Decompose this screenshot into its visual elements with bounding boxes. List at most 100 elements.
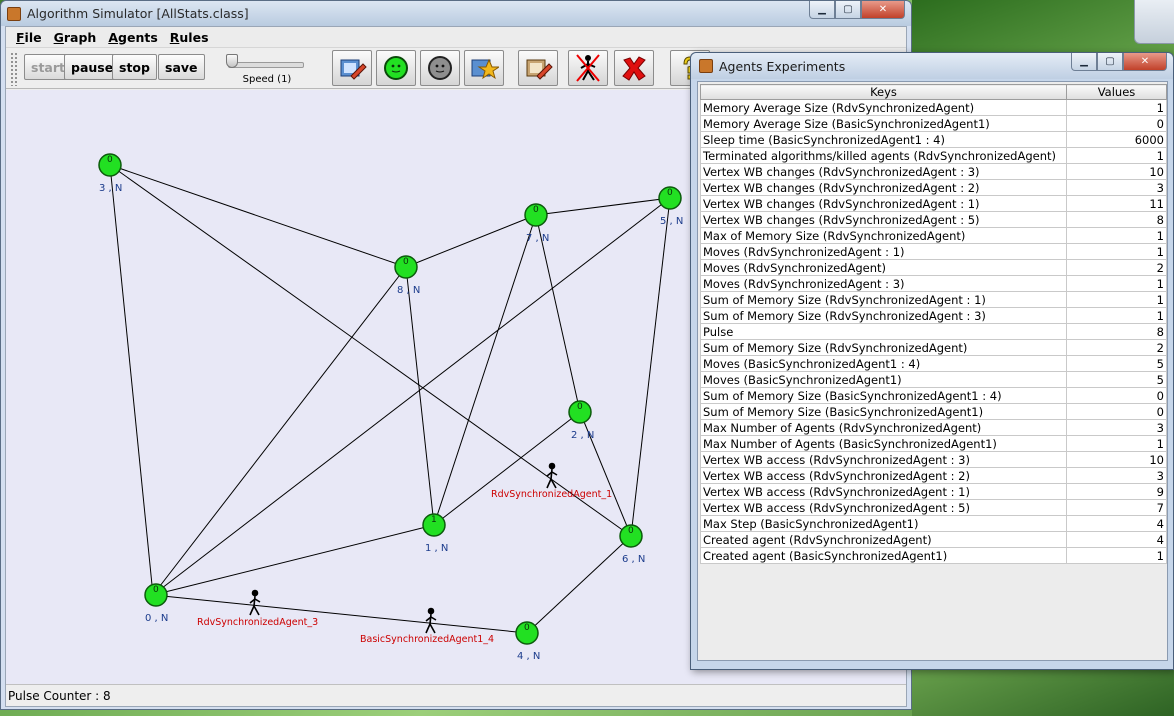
- table-row[interactable]: Vertex WB access (RdvSynchronizedAgent :…: [700, 499, 1167, 516]
- maximize-button[interactable]: ▢: [1097, 53, 1123, 71]
- menu-rules[interactable]: Rules: [170, 30, 209, 45]
- node-3[interactable]: 0 3 , N: [98, 153, 122, 194]
- column-header-keys[interactable]: Keys: [700, 84, 1067, 100]
- stat-key-cell: Sum of Memory Size (RdvSynchronizedAgent…: [700, 291, 1067, 308]
- node-0[interactable]: 0 0 , N: [144, 583, 168, 624]
- minimize-button[interactable]: ▁: [1071, 53, 1097, 71]
- stat-key-cell: Max Number of Agents (BasicSynchronizedA…: [700, 435, 1067, 452]
- node-1[interactable]: 1 1 , N: [422, 513, 448, 554]
- speed-slider[interactable]: Speed (1): [224, 52, 310, 88]
- table-row[interactable]: Moves (BasicSynchronizedAgent1 : 4) 5: [700, 355, 1167, 372]
- node-6-value: 0: [628, 526, 634, 536]
- table-row[interactable]: Vertex WB access (RdvSynchronizedAgent :…: [700, 451, 1167, 468]
- stats-window-controls: ▁ ▢ ✕: [1071, 53, 1167, 71]
- maximize-button[interactable]: ▢: [835, 1, 861, 19]
- stat-value-cell: 11: [1066, 195, 1167, 212]
- node-2[interactable]: 0 2 , N: [568, 400, 594, 441]
- edge-7-2: [535, 214, 581, 413]
- edge-4-6: [526, 535, 632, 634]
- column-header-values[interactable]: Values: [1066, 84, 1167, 100]
- menu-agents[interactable]: Agents: [108, 30, 157, 45]
- edge-1-0: [152, 524, 435, 596]
- node-6[interactable]: 0 6 , N: [619, 524, 645, 565]
- agent-rdv-3[interactable]: RdvSynchronizedAgent_3: [197, 589, 318, 629]
- node-4[interactable]: 0 4 , N: [515, 621, 540, 662]
- stat-key-cell: Sum of Memory Size (BasicSynchronizedAge…: [700, 403, 1067, 420]
- table-row[interactable]: Memory Average Size (RdvSynchronizedAgen…: [700, 99, 1167, 116]
- speed-slider-thumb[interactable]: [226, 54, 238, 68]
- stats-window-title: Agents Experiments: [719, 58, 846, 74]
- menu-graph[interactable]: Graph: [54, 30, 97, 45]
- stat-value-cell: 8: [1066, 323, 1167, 340]
- agent-basic-4[interactable]: BasicSynchronizedAgent1_4: [360, 607, 494, 646]
- table-row[interactable]: Sum of Memory Size (RdvSynchronizedAgent…: [700, 291, 1167, 308]
- table-row[interactable]: Vertex WB changes (RdvSynchronizedAgent …: [700, 179, 1167, 196]
- node-5[interactable]: 0 5 , N: [658, 186, 683, 227]
- close-button[interactable]: ✕: [861, 1, 905, 19]
- edit-graph-button[interactable]: [332, 50, 372, 86]
- table-row[interactable]: Vertex WB changes (RdvSynchronizedAgent …: [700, 195, 1167, 212]
- save-button[interactable]: save: [158, 54, 205, 80]
- table-row[interactable]: Moves (RdvSynchronizedAgent : 1) 1: [700, 243, 1167, 260]
- stop-button[interactable]: stop: [112, 54, 157, 80]
- delete-button[interactable]: [614, 50, 654, 86]
- sidebar-gadget[interactable]: [1134, 0, 1174, 44]
- stat-key-cell: Sleep time (BasicSynchronizedAgent1 : 4): [700, 131, 1067, 148]
- stat-key-cell: Memory Average Size (BasicSynchronizedAg…: [700, 115, 1067, 132]
- table-row[interactable]: Vertex WB access (RdvSynchronizedAgent :…: [700, 483, 1167, 500]
- table-row[interactable]: Terminated algorithms/killed agents (Rdv…: [700, 147, 1167, 164]
- table-row[interactable]: Moves (RdvSynchronizedAgent : 3) 1: [700, 275, 1167, 292]
- toolbar-grip-handle[interactable]: [10, 52, 18, 86]
- table-row[interactable]: Max Number of Agents (RdvSynchronizedAge…: [700, 419, 1167, 436]
- kill-agent-button[interactable]: [568, 50, 608, 86]
- table-row[interactable]: Max Number of Agents (BasicSynchronizedA…: [700, 435, 1167, 452]
- menu-file[interactable]: File: [16, 30, 42, 45]
- stats-titlebar[interactable]: Agents Experiments ▁ ▢ ✕: [691, 53, 1173, 79]
- stat-value-cell: 2: [1066, 259, 1167, 276]
- table-row[interactable]: Max Step (BasicSynchronizedAgent1) 4: [700, 515, 1167, 532]
- edge-3-6: [109, 164, 632, 537]
- table-row[interactable]: Max of Memory Size (RdvSynchronizedAgent…: [700, 227, 1167, 244]
- table-row[interactable]: Vertex WB access (RdvSynchronizedAgent :…: [700, 467, 1167, 484]
- edge-8-7: [405, 214, 537, 268]
- table-row[interactable]: Created agent (RdvSynchronizedAgent) 4: [700, 531, 1167, 548]
- node-3-value: 0: [107, 155, 113, 165]
- table-row[interactable]: Sum of Memory Size (BasicSynchronizedAge…: [700, 387, 1167, 404]
- table-row[interactable]: Vertex WB changes (RdvSynchronizedAgent …: [700, 211, 1167, 228]
- main-window-title: Algorithm Simulator [AllStats.class]: [27, 6, 249, 21]
- table-row[interactable]: Pulse 8: [700, 323, 1167, 340]
- node-8[interactable]: 0 8 , N: [394, 255, 420, 296]
- speed-slider-track[interactable]: [228, 62, 304, 68]
- table-row[interactable]: Sum of Memory Size (RdvSynchronizedAgent…: [700, 307, 1167, 324]
- add-node-button[interactable]: [376, 50, 416, 86]
- table-row[interactable]: Sum of Memory Size (BasicSynchronizedAge…: [700, 403, 1167, 420]
- minimize-button[interactable]: ▁: [809, 1, 835, 19]
- node-4-label: 4 , N: [517, 651, 540, 662]
- stat-value-cell: 10: [1066, 163, 1167, 180]
- star-tool-button[interactable]: [464, 50, 504, 86]
- table-row[interactable]: Vertex WB changes (RdvSynchronizedAgent …: [700, 163, 1167, 180]
- stat-value-cell: 0: [1066, 387, 1167, 404]
- node-4-value: 0: [524, 623, 530, 633]
- stat-value-cell: 4: [1066, 515, 1167, 532]
- stat-key-cell: Vertex WB access (RdvSynchronizedAgent :…: [700, 499, 1067, 516]
- gray-node-button[interactable]: [420, 50, 460, 86]
- table-row[interactable]: Memory Average Size (BasicSynchronizedAg…: [700, 115, 1167, 132]
- node-5-label: 5 , N: [660, 216, 683, 227]
- close-button[interactable]: ✕: [1123, 53, 1167, 71]
- stats-header-row: Keys Values: [700, 84, 1167, 100]
- table-row[interactable]: Moves (RdvSynchronizedAgent) 2: [700, 259, 1167, 276]
- stat-key-cell: Max of Memory Size (RdvSynchronizedAgent…: [700, 227, 1067, 244]
- table-row[interactable]: Moves (BasicSynchronizedAgent1) 5: [700, 371, 1167, 388]
- agent-rdv-1[interactable]: RdvSynchronizedAgent_1: [491, 462, 612, 501]
- table-row[interactable]: Sleep time (BasicSynchronizedAgent1 : 4)…: [700, 131, 1167, 148]
- table-row[interactable]: Created agent (BasicSynchronizedAgent1) 1: [700, 547, 1167, 564]
- main-titlebar[interactable]: Algorithm Simulator [AllStats.class] ▁ ▢…: [1, 1, 911, 26]
- edit-agent-button[interactable]: [518, 50, 558, 86]
- node-3-label: 3 , N: [99, 183, 122, 194]
- table-row[interactable]: Sum of Memory Size (RdvSynchronizedAgent…: [700, 339, 1167, 356]
- stat-value-cell: 6000: [1066, 131, 1167, 148]
- walking-agent-icon: [546, 462, 558, 489]
- walking-agent-icon: [425, 607, 437, 634]
- node-7[interactable]: 0 7 , N: [524, 203, 549, 244]
